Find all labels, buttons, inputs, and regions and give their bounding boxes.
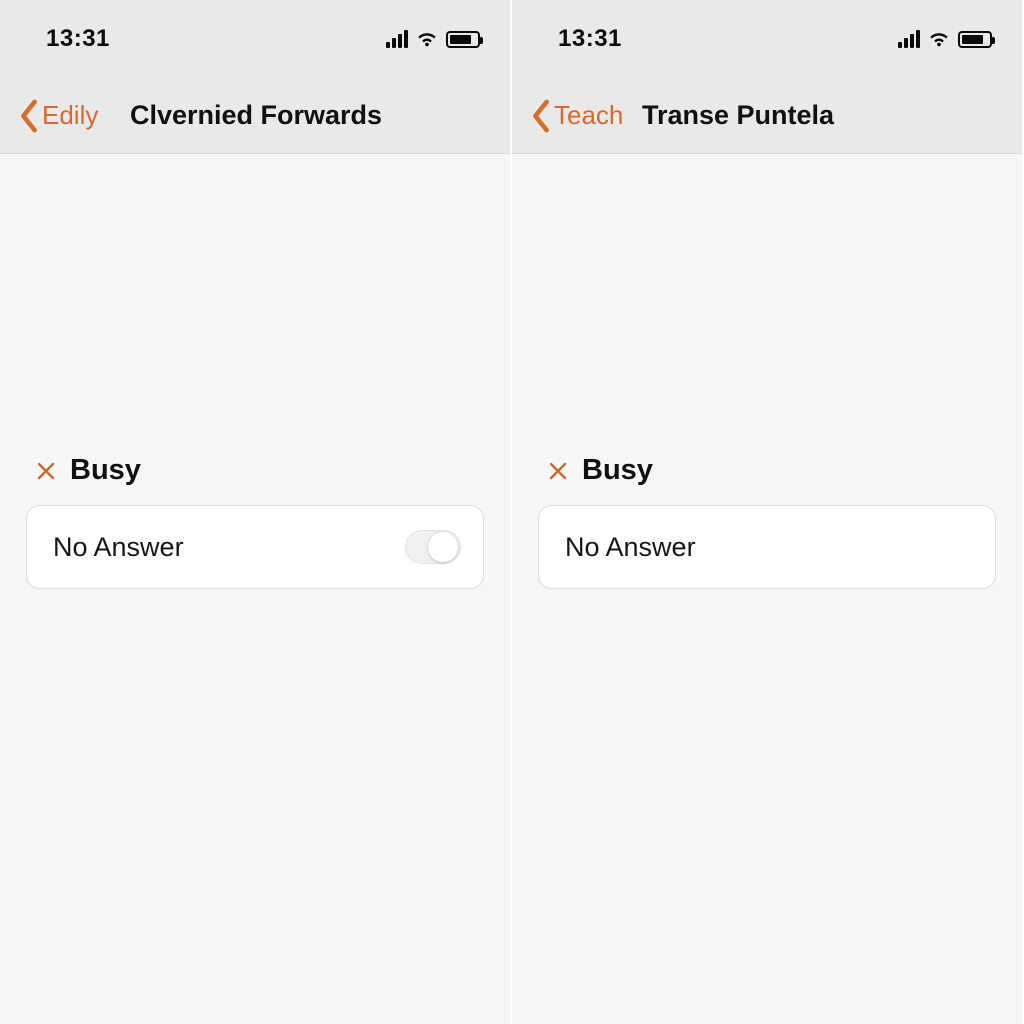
chevron-left-icon [18,99,40,133]
status-time: 13:31 [558,25,622,53]
chevron-left-icon [530,99,552,133]
section-label: Busy [70,454,141,487]
cellular-signal-icon [898,30,920,48]
back-button[interactable]: Edily [18,99,98,133]
toggle-knob [428,532,458,562]
back-label: Edily [42,100,98,131]
cellular-signal-icon [386,30,408,48]
row-no-answer[interactable]: No Answer [538,505,996,589]
status-bar: 13:31 [0,0,510,78]
row-label: No Answer [53,532,184,563]
status-icons [898,28,992,50]
battery-icon [446,31,480,48]
status-icons [386,28,480,50]
battery-icon [958,31,992,48]
nav-bar: Teach Transe Puntela [512,78,1022,154]
row-no-answer[interactable]: No Answer [26,505,484,589]
no-answer-toggle[interactable] [405,530,461,564]
status-time: 13:31 [46,25,110,53]
phone-left: 13:31 Edily Clvernied Forwards Busy [0,0,512,1024]
content-area: Busy No Answer Forwarding Number [512,454,1022,1024]
section-header-busy: Busy [26,454,484,487]
close-icon[interactable] [548,461,568,481]
wifi-icon [416,28,438,50]
back-button[interactable]: Teach [530,99,623,133]
nav-bar: Edily Clvernied Forwards [0,78,510,154]
wifi-icon [928,28,950,50]
phone-right: 13:31 Teach Transe Puntela Busy [512,0,1024,1024]
section-label: Busy [582,454,653,487]
close-icon[interactable] [36,461,56,481]
status-bar: 13:31 [512,0,1022,78]
row-label: No Answer [565,532,696,563]
content-area: Busy No Answer [0,454,510,1024]
section-header-busy: Busy [538,454,996,487]
back-label: Teach [554,100,623,131]
